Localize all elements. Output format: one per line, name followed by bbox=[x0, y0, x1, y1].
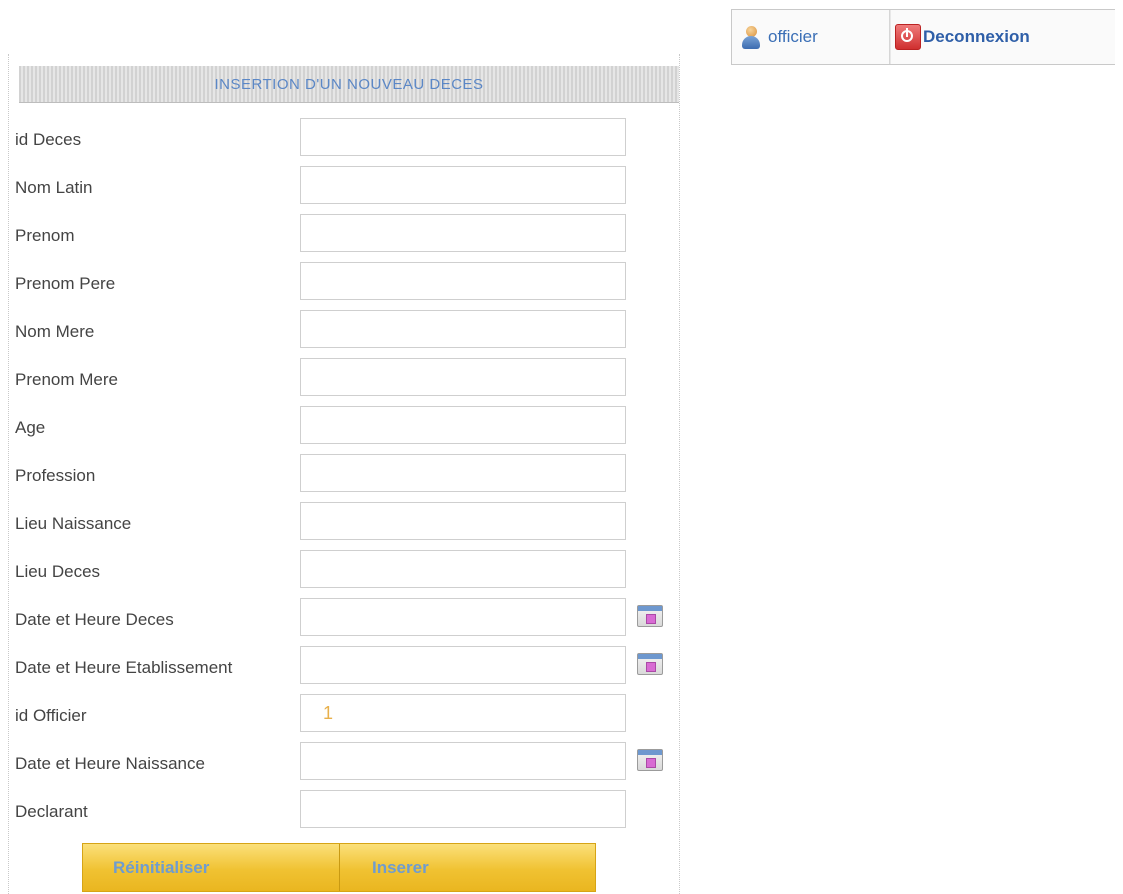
id-deces-input[interactable] bbox=[300, 118, 626, 156]
form-row-lieu-deces: Lieu Deces bbox=[0, 550, 672, 592]
user-icon bbox=[742, 25, 760, 49]
calendar-icon[interactable] bbox=[637, 749, 663, 771]
field-label: Date et Heure Deces bbox=[15, 610, 174, 629]
field-label: id Officier bbox=[15, 706, 87, 725]
form-row-lieu-naissance: Lieu Naissance bbox=[0, 502, 672, 544]
declarant-input[interactable] bbox=[300, 790, 626, 828]
prenom-input[interactable] bbox=[300, 214, 626, 252]
field-label: Prenom bbox=[15, 226, 75, 245]
form-row-prenom-mere: Prenom Mere bbox=[0, 358, 672, 400]
form-row-id-deces: id Deces bbox=[0, 118, 672, 160]
field-label: Prenom Pere bbox=[15, 274, 116, 293]
form-row-declarant: Declarant bbox=[0, 790, 672, 832]
form-row-prenom: Prenom bbox=[0, 214, 672, 256]
prenom-pere-input[interactable] bbox=[300, 262, 626, 300]
field-label: id Deces bbox=[15, 130, 82, 149]
field-label: Date et Heure Etablissement bbox=[15, 658, 233, 677]
nom-latin-input[interactable] bbox=[300, 166, 626, 204]
power-icon bbox=[895, 24, 921, 50]
form-header: INSERTION D'UN NOUVEAU DECES bbox=[19, 66, 679, 103]
user-label[interactable]: officier bbox=[768, 27, 818, 47]
field-label: Nom Latin bbox=[15, 178, 93, 197]
form-row-date-heure-deces: Date et Heure Deces bbox=[0, 598, 672, 640]
logout-button[interactable]: Deconnexion bbox=[890, 10, 1116, 64]
calendar-icon[interactable] bbox=[637, 605, 663, 627]
nom-mere-input[interactable] bbox=[300, 310, 626, 348]
form-row-profession: Profession bbox=[0, 454, 672, 496]
field-label: Age bbox=[15, 418, 46, 437]
user-bar: officier Deconnexion bbox=[731, 9, 1115, 65]
field-label: Lieu Naissance bbox=[15, 514, 132, 533]
date-heure-etablissement-input[interactable] bbox=[300, 646, 626, 684]
profession-input[interactable] bbox=[300, 454, 626, 492]
reset-button[interactable]: Réinitialiser bbox=[83, 844, 339, 891]
form-title: INSERTION D'UN NOUVEAU DECES bbox=[214, 75, 484, 93]
age-input[interactable] bbox=[300, 406, 626, 444]
insert-button[interactable]: Inserer bbox=[339, 844, 597, 891]
field-label: Prenom Mere bbox=[15, 370, 118, 389]
calendar-icon[interactable] bbox=[637, 653, 663, 675]
date-heure-naissance-input[interactable] bbox=[300, 742, 626, 780]
field-label: Declarant bbox=[15, 802, 88, 821]
form-row-nom-mere: Nom Mere bbox=[0, 310, 672, 352]
field-label: Lieu Deces bbox=[15, 562, 101, 581]
logout-label[interactable]: Deconnexion bbox=[923, 27, 1030, 47]
form-row-prenom-pere: Prenom Pere bbox=[0, 262, 672, 304]
form-row-id-officier: id Officier bbox=[0, 694, 672, 736]
field-label: Nom Mere bbox=[15, 322, 95, 341]
form-row-date-heure-etablissement: Date et Heure Etablissement bbox=[0, 646, 672, 688]
form-row-age: Age bbox=[0, 406, 672, 448]
user-menu[interactable]: officier bbox=[732, 10, 890, 64]
form-row-nom-latin: Nom Latin bbox=[0, 166, 672, 208]
date-heure-deces-input[interactable] bbox=[300, 598, 626, 636]
id-officier-input[interactable] bbox=[300, 694, 626, 732]
field-label: Date et Heure Naissance bbox=[15, 754, 205, 773]
form-button-bar: Réinitialiser Inserer bbox=[82, 843, 596, 892]
form-row-date-heure-naissance: Date et Heure Naissance bbox=[0, 742, 672, 784]
field-label: Profession bbox=[15, 466, 96, 485]
lieu-naissance-input[interactable] bbox=[300, 502, 626, 540]
prenom-mere-input[interactable] bbox=[300, 358, 626, 396]
lieu-deces-input[interactable] bbox=[300, 550, 626, 588]
